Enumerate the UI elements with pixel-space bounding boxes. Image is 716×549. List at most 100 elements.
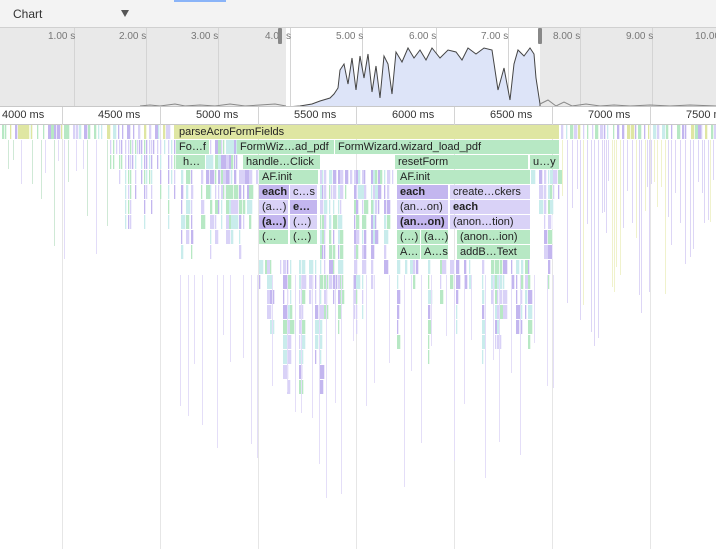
flame-thin-call bbox=[534, 275, 535, 343]
flame-frame[interactable]: each bbox=[259, 185, 290, 199]
flame-sliver bbox=[243, 215, 245, 229]
flame-sliver bbox=[146, 185, 148, 199]
flame-frame[interactable]: AF.init bbox=[259, 170, 319, 184]
flame-sliver bbox=[356, 320, 358, 334]
flame-sliver bbox=[516, 290, 518, 304]
flame-frame[interactable]: (a…) bbox=[259, 200, 289, 214]
flame-sliver bbox=[362, 305, 364, 319]
flame-sliver bbox=[671, 125, 673, 139]
flame-frame[interactable]: handle…Click bbox=[243, 155, 321, 169]
flame-sliver bbox=[503, 290, 508, 304]
flame-sliver bbox=[364, 170, 366, 184]
flame-sliver bbox=[168, 140, 170, 154]
flame-sliver bbox=[160, 155, 162, 169]
flame-sliver bbox=[146, 155, 148, 169]
flame-frame[interactable]: (…) bbox=[290, 215, 318, 229]
flame-thin-call bbox=[649, 140, 650, 292]
flame-sliver bbox=[302, 335, 306, 349]
flame-frame[interactable]: A… bbox=[397, 245, 421, 259]
flame-thin-call bbox=[272, 275, 273, 386]
flame-frame[interactable]: (… bbox=[259, 230, 289, 244]
flame-thin-call bbox=[188, 275, 189, 416]
flame-sliver bbox=[210, 245, 212, 259]
flame-sliver bbox=[174, 170, 176, 184]
flame-sliver bbox=[320, 290, 322, 304]
flame-frame[interactable]: AF.init bbox=[397, 170, 531, 184]
flame-sliver bbox=[387, 215, 391, 229]
flame-sliver bbox=[118, 125, 120, 139]
flame-sliver bbox=[133, 125, 135, 139]
flame-thin-call bbox=[194, 275, 195, 364]
flame-frame[interactable]: parseAcroFormFields bbox=[176, 125, 560, 139]
flame-frame[interactable]: c…s bbox=[290, 185, 318, 199]
flame-sliver bbox=[157, 140, 159, 154]
flame-sliver bbox=[135, 170, 137, 184]
flame-sliver bbox=[43, 125, 45, 139]
flame-frame[interactable]: create…ckers bbox=[450, 185, 531, 199]
flame-sliver bbox=[302, 260, 306, 274]
flame-sliver bbox=[648, 125, 650, 139]
flame-sliver bbox=[558, 185, 560, 199]
ruler-label: 6000 ms bbox=[392, 109, 435, 121]
flame-sliver bbox=[592, 125, 594, 139]
flame-sliver bbox=[302, 305, 304, 319]
flame-sliver bbox=[107, 125, 111, 139]
flame-frame[interactable]: h… bbox=[180, 155, 206, 169]
flame-frame[interactable]: (…) bbox=[290, 230, 318, 244]
flame-thin-call bbox=[665, 140, 666, 294]
flame-frame[interactable]: (a…) bbox=[259, 215, 289, 229]
flame-thin-call bbox=[217, 275, 218, 448]
flame-frame[interactable]: each bbox=[450, 200, 531, 214]
flame-thin-call bbox=[326, 275, 327, 498]
flame-sliver bbox=[456, 290, 459, 304]
view-mode-dropdown[interactable]: Chart bbox=[4, 4, 134, 24]
flame-frame[interactable]: FormWiz…ad_pdf bbox=[237, 140, 335, 154]
flame-sliver bbox=[364, 230, 367, 244]
flame-sliver bbox=[340, 170, 344, 184]
flame-thin-call bbox=[431, 275, 432, 346]
flame-thin-call bbox=[632, 140, 633, 223]
flame-thin-call bbox=[76, 140, 77, 171]
flame-chart[interactable]: parseAcroFormFields Fo…f FormWiz…ad_pdf … bbox=[0, 125, 716, 549]
flame-sliver bbox=[270, 260, 272, 274]
flame-frame[interactable]: (…) bbox=[397, 230, 421, 244]
flame-sliver bbox=[315, 350, 317, 364]
flame-sliver bbox=[201, 185, 203, 199]
flame-sliver bbox=[160, 185, 162, 199]
flame-sliver bbox=[302, 275, 307, 289]
flame-frame[interactable]: FormWizard.wizard_load_pdf bbox=[335, 140, 560, 154]
flame-thin-call bbox=[353, 275, 354, 341]
flame-sliver bbox=[329, 215, 332, 229]
flame-frame[interactable]: addB…Text bbox=[457, 245, 531, 259]
flame-sliver bbox=[428, 275, 430, 289]
selection-left-handle[interactable] bbox=[278, 28, 282, 44]
flame-frame[interactable]: Fo…f bbox=[176, 140, 210, 154]
flame-thin-call bbox=[657, 140, 658, 207]
flame-sliver bbox=[544, 170, 547, 184]
flame-sliver bbox=[397, 290, 401, 304]
flame-frame[interactable]: (an…on) bbox=[397, 215, 449, 229]
flame-frame[interactable]: A…s bbox=[421, 245, 449, 259]
flame-sliver bbox=[378, 200, 380, 214]
selection-right-handle[interactable] bbox=[538, 28, 542, 44]
flame-thin-call bbox=[366, 275, 367, 406]
flame-sliver bbox=[544, 185, 547, 199]
flame-thin-call bbox=[547, 275, 548, 386]
flame-frame[interactable]: (anon…ion) bbox=[457, 230, 531, 244]
flame-sliver bbox=[186, 185, 189, 199]
timeline-overview[interactable]: 1.00 s 2.00 s 3.00 s 4.0 s 5.00 s 6.00 s… bbox=[0, 28, 716, 107]
flame-frame[interactable]: (anon…tion) bbox=[450, 215, 531, 229]
flame-frame[interactable]: e… bbox=[290, 200, 318, 214]
flame-sliver bbox=[174, 185, 176, 199]
flame-sliver bbox=[371, 245, 375, 259]
flame-sliver bbox=[171, 140, 173, 154]
flame-frame[interactable]: each bbox=[397, 185, 449, 199]
flame-frame[interactable]: (an…on) bbox=[397, 200, 449, 214]
flame-sliver bbox=[657, 125, 660, 139]
ruler-label: 5500 ms bbox=[294, 109, 337, 121]
flame-frame[interactable]: resetForm bbox=[395, 155, 529, 169]
flame-frame[interactable]: (a…) bbox=[421, 230, 449, 244]
flame-sliver bbox=[223, 185, 225, 199]
flame-frame[interactable]: u…y bbox=[530, 155, 560, 169]
flame-sliver bbox=[149, 125, 152, 139]
